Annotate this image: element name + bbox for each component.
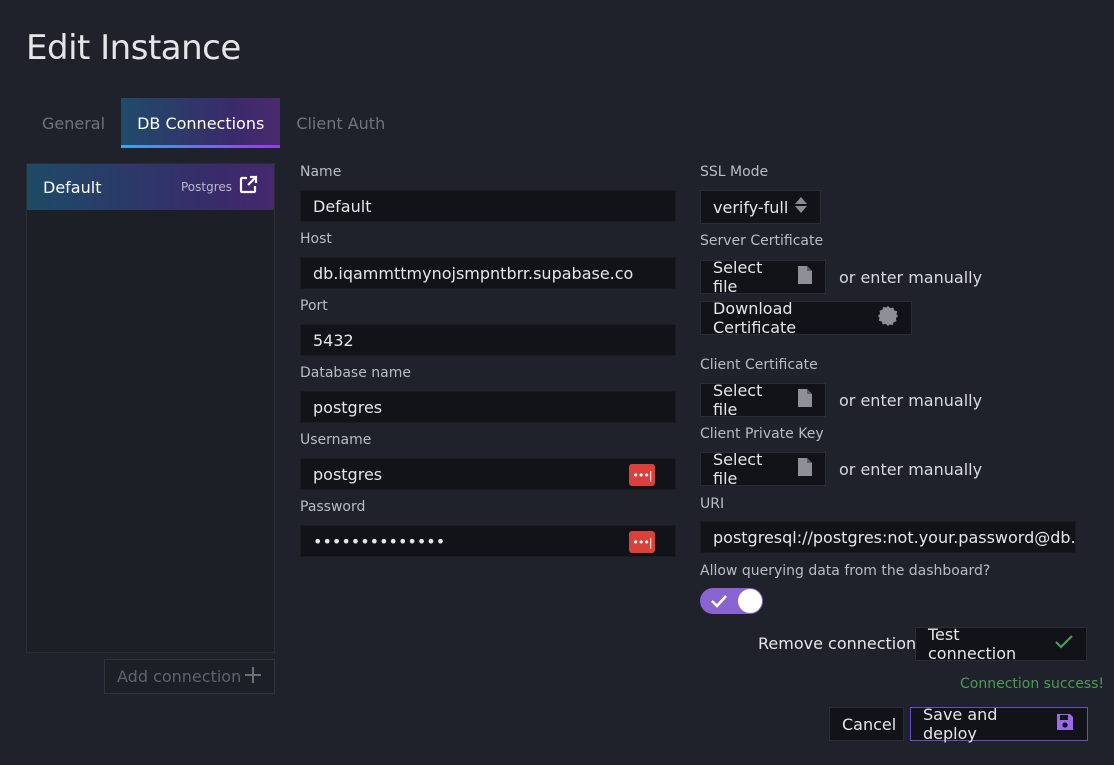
test-connection-label: Test connection [928, 625, 1017, 663]
tab-client-auth[interactable]: Client Auth [280, 98, 401, 148]
check-icon [1054, 633, 1074, 655]
download-certificate-button[interactable]: Download Certificate [700, 299, 912, 337]
client-cert-label: Client Certificate [700, 357, 818, 373]
certificate-badge-icon [877, 305, 899, 331]
username-value: postgres [313, 464, 383, 484]
password-input[interactable]: •••••••••••••• •••| [300, 525, 676, 557]
add-connection-button[interactable]: Add connection [104, 659, 275, 694]
host-value: db.iqammttmynojsmpntbrr.supabase.co [313, 263, 634, 283]
name-label: Name [300, 164, 342, 180]
uri-input[interactable]: postgresql://postgres:not.your.password@… [700, 521, 1076, 553]
ssl-mode-select[interactable]: verify-full [700, 190, 821, 224]
tab-general[interactable]: General [26, 98, 121, 148]
ssl-mode-value: verify-full [713, 197, 789, 217]
connection-meta: Postgres [181, 175, 258, 199]
dashboard-query-toggle[interactable] [700, 588, 763, 614]
remove-connection-button[interactable]: Remove connection [758, 634, 916, 653]
database-value: postgres [313, 397, 383, 417]
database-input[interactable]: postgres [300, 391, 676, 423]
cancel-button[interactable]: Cancel [829, 707, 904, 741]
host-label: Host [300, 231, 332, 247]
database-label: Database name [300, 365, 411, 381]
check-icon [710, 592, 728, 614]
tab-bar: General DB Connections Client Auth [26, 98, 401, 148]
password-manager-icon[interactable]: •••| [629, 464, 655, 486]
save-label: Save and deploy [923, 705, 998, 743]
page-title: Edit Instance [26, 28, 241, 68]
host-input[interactable]: db.iqammttmynojsmpntbrr.supabase.co [300, 257, 676, 289]
port-input[interactable]: 5432 [300, 324, 676, 356]
server-cert-manual-text[interactable]: or enter manually [839, 268, 982, 287]
username-input[interactable]: postgres •••| [300, 458, 676, 490]
server-cert-select-file-button[interactable]: Select file [700, 258, 826, 296]
select-file-label: Select file [713, 450, 763, 488]
client-key-label: Client Private Key [700, 426, 824, 442]
name-input[interactable]: Default [300, 190, 676, 222]
plus-icon [244, 666, 262, 688]
uri-label: URI [700, 496, 725, 512]
file-icon [797, 457, 813, 481]
password-label: Password [300, 499, 366, 515]
client-cert-select-file-button[interactable]: Select file [700, 381, 826, 419]
save-and-deploy-button[interactable]: Save and deploy [910, 705, 1088, 743]
client-key-select-file-button[interactable]: Select file [700, 450, 826, 488]
dashboard-query-label: Allow querying data from the dashboard? [700, 563, 991, 579]
external-link-icon[interactable] [238, 175, 258, 199]
server-cert-label: Server Certificate [700, 233, 824, 249]
connection-type: Postgres [180, 180, 232, 194]
connection-item-default[interactable]: Default Postgres [27, 164, 274, 210]
password-value: •••••••••••••• [313, 531, 446, 551]
connection-list: Default Postgres [26, 163, 275, 653]
select-file-label: Select file [713, 258, 763, 296]
file-icon [797, 388, 813, 412]
add-connection-label: Add connection [117, 667, 242, 686]
port-value: 5432 [313, 330, 354, 350]
toggle-knob [738, 589, 762, 613]
tab-db-connections[interactable]: DB Connections [121, 98, 281, 148]
uri-value: postgresql://postgres:not.your.password@… [713, 527, 1076, 547]
password-manager-icon[interactable]: •••| [629, 531, 655, 553]
cancel-label: Cancel [842, 714, 897, 734]
save-icon [1055, 712, 1075, 736]
client-cert-manual-text[interactable]: or enter manually [839, 391, 982, 410]
name-value: Default [313, 196, 372, 216]
client-key-manual-text[interactable]: or enter manually [839, 460, 982, 479]
select-file-label: Select file [713, 381, 763, 419]
port-label: Port [300, 298, 328, 314]
test-connection-button[interactable]: Test connection [915, 625, 1087, 663]
file-icon [797, 265, 813, 289]
select-arrows-icon [794, 195, 808, 219]
connection-name: Default [43, 177, 102, 197]
connection-status: Connection success! [960, 676, 1105, 692]
ssl-mode-label: SSL Mode [700, 164, 769, 180]
username-label: Username [300, 432, 372, 448]
download-certificate-label: Download Certificate [713, 299, 797, 337]
